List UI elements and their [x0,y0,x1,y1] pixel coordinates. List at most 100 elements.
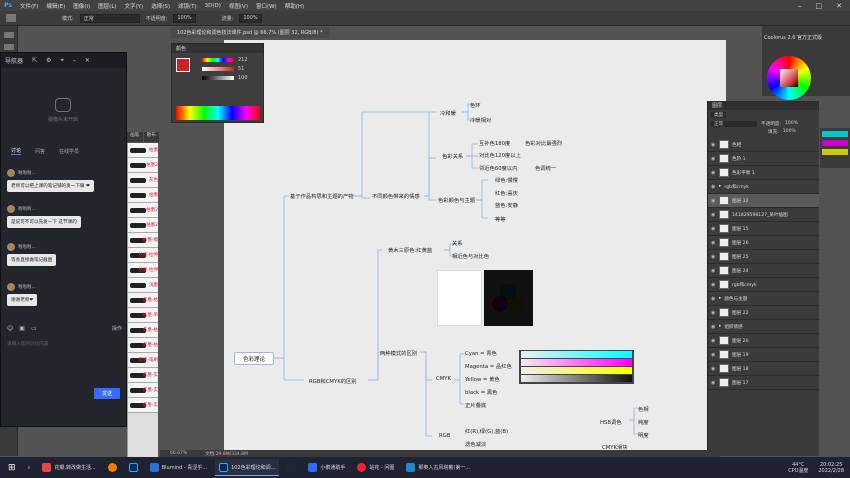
minimize-icon[interactable]: – [73,57,76,64]
marquee-tool-icon[interactable] [3,44,14,50]
color-spectrum[interactable] [176,106,260,120]
mode-select[interactable]: 正常 [79,13,140,23]
hue-slider[interactable] [202,58,234,62]
eye-icon[interactable]: ◉ [711,296,716,302]
eye-icon[interactable]: ◉ [711,170,716,176]
foreground-swatch[interactable] [176,58,190,72]
menu-window[interactable]: 窗口(W) [252,2,281,10]
blend-mode-select[interactable]: 正常 [711,121,757,127]
color-square[interactable] [780,69,798,87]
layer-row[interactable]: ◉ 图层 19 [708,348,819,362]
menu-layer[interactable]: 图层(L) [94,2,120,10]
layer-row[interactable]: ◉ 图层 24 [708,264,819,278]
layer-group-row[interactable]: ◉ ▸ 组织情感 [708,320,819,334]
eye-icon[interactable]: ◉ [711,142,716,148]
brush-preset[interactable]: 焦墨-枯 [128,323,158,338]
brush-preset[interactable]: 枯墨-拉伸 [128,263,158,278]
layer-row[interactable]: ◉ 色阶 1 [708,152,819,166]
cyan-swatch[interactable] [822,131,848,137]
layer-row[interactable]: ◉ 色彩平衡 1 [708,166,819,180]
brush-preset[interactable]: 枯墨2 [128,218,158,233]
layer-row[interactable]: ◉ 图层 15 [708,222,819,236]
taskbar-item-ps[interactable] [125,459,142,476]
menu-3d[interactable]: 3D(D) [201,3,225,9]
folder-icon[interactable]: ▭ [31,325,37,332]
layer-row[interactable]: ◉ 色相 [708,138,819,152]
eye-icon[interactable]: ◉ [711,156,716,162]
menu-file[interactable]: 文件(F) [16,2,42,10]
brush-preset[interactable]: 灰色 [128,173,158,188]
close-icon[interactable]: ✕ [85,57,90,64]
mm-node[interactable]: 基于作品构思和主题的产物 [290,192,354,200]
tab-brush[interactable]: 画笔 [127,132,143,142]
layer-row[interactable]: ◉ 图层 26 [708,236,819,250]
mm-node[interactable]: 色彩颜色与主题 [438,196,475,204]
share-icon[interactable]: ⇱ [32,57,37,64]
brush-preset[interactable]: 焦墨-枯 [128,293,158,308]
taskbar-item-firefox[interactable] [104,459,121,476]
brush-preset[interactable]: 焦墨-实 [128,368,158,383]
mm-node[interactable]: 不同颜色带来的情感 [372,192,420,200]
mm-node[interactable]: 两种模式的区别 [380,349,417,357]
brush-preset[interactable]: 焦墨-实 [128,398,158,413]
emoji-icon[interactable]: ☺ [7,325,13,332]
layer-row[interactable]: ◉ rgb和cmyk [708,278,819,292]
start-button[interactable]: ⊞ [4,459,20,476]
brush-preset[interactable]: 焦墨-枯 [128,338,158,353]
mm-node[interactable]: 冷和暖 [440,109,456,117]
layer-row[interactable]: ◉ 图层 17 [708,376,819,390]
eye-icon[interactable]: ◉ [711,366,716,372]
minimize-icon[interactable]: – [798,2,802,10]
chat-input[interactable]: 请输入您的讨论内容 [7,341,122,347]
chat-more-button[interactable]: 操作 [112,325,122,332]
taskbar-item-huaban[interactable]: 花瓣,转改做生活... [38,459,99,476]
taskbar-item-xiaoe[interactable]: 小鹅通助手 [304,459,349,476]
send-button[interactable]: 发送 [94,388,120,399]
close-icon[interactable]: ✕ [836,2,842,10]
saturation-slider[interactable] [202,67,234,71]
layer-group-row[interactable]: ◉ ▸ rgb和cmyk [708,180,819,194]
layer-row[interactable]: ◉ 图层 22 [708,306,819,320]
document-tab[interactable]: 102色彩理论和调色技法课件.psd @ 66.7% (图层 32, RGB/8… [171,27,329,38]
eye-icon[interactable]: ◉ [711,198,716,204]
taskbar-item-blumind[interactable]: Blumind - 青涩乎... [146,459,211,476]
brightness-slider[interactable] [202,76,234,80]
mm-node[interactable]: RGB和CMYK的区别 [309,377,357,385]
menu-edit[interactable]: 编辑(E) [42,2,69,10]
menu-help[interactable]: 帮助(H) [281,2,308,10]
brush-preset[interactable]: 枯墨-擦 [128,233,158,248]
layer-row-selected[interactable]: ◉ 图层 32 [708,194,819,208]
eye-icon[interactable]: ◉ [711,338,716,344]
eye-icon[interactable]: ◉ [711,380,716,386]
eye-icon[interactable]: ◉ [711,268,716,274]
eye-icon[interactable]: ◉ [711,226,716,232]
image-icon[interactable]: ▣ [19,325,25,332]
eye-icon[interactable]: ◉ [711,212,716,218]
eye-icon[interactable]: ◉ [711,240,716,246]
tab-discussion[interactable]: 讨论 [11,147,22,155]
brightness-value[interactable]: 100 [238,75,248,81]
eye-icon[interactable]: ◉ [711,324,716,330]
tab-online-students[interactable]: 在线学员 [59,148,79,155]
eye-icon[interactable]: ◉ [711,254,716,260]
brush-preset[interactable]: 枯墨-拉伸 [128,248,158,263]
layer-row[interactable]: ◉ 图层 20 [708,334,819,348]
brush-preset[interactable]: 枯墨-单 [128,308,158,323]
pin-icon[interactable]: ⌖ [60,57,63,65]
search-icon[interactable]: ⌕ [24,459,35,476]
mm-node[interactable]: CMYK [436,376,451,382]
saturation-value[interactable]: 51 [238,66,244,72]
flow-input[interactable]: 100% [239,13,262,23]
menu-image[interactable]: 图像(I) [69,2,94,10]
settings-icon[interactable]: ⚙ [46,57,51,64]
tab-qa[interactable]: 问答 [35,148,45,155]
opacity-input[interactable]: 100% [173,13,196,23]
taskbar-item-photoshop-doc[interactable]: 102色彩理论和调... [215,459,280,476]
mm-node[interactable]: 黄木三原色:红黄蓝 [388,246,432,254]
opacity-value[interactable]: 100% [785,121,798,127]
tab-scatter[interactable]: 散布 [143,132,159,142]
move-tool-icon[interactable] [3,32,14,38]
layer-group-row[interactable]: ◉ ▸ 颜色与主题 [708,292,819,306]
hue-value[interactable]: 212 [238,57,248,63]
brush-preset[interactable]: 枯墨 [128,188,158,203]
